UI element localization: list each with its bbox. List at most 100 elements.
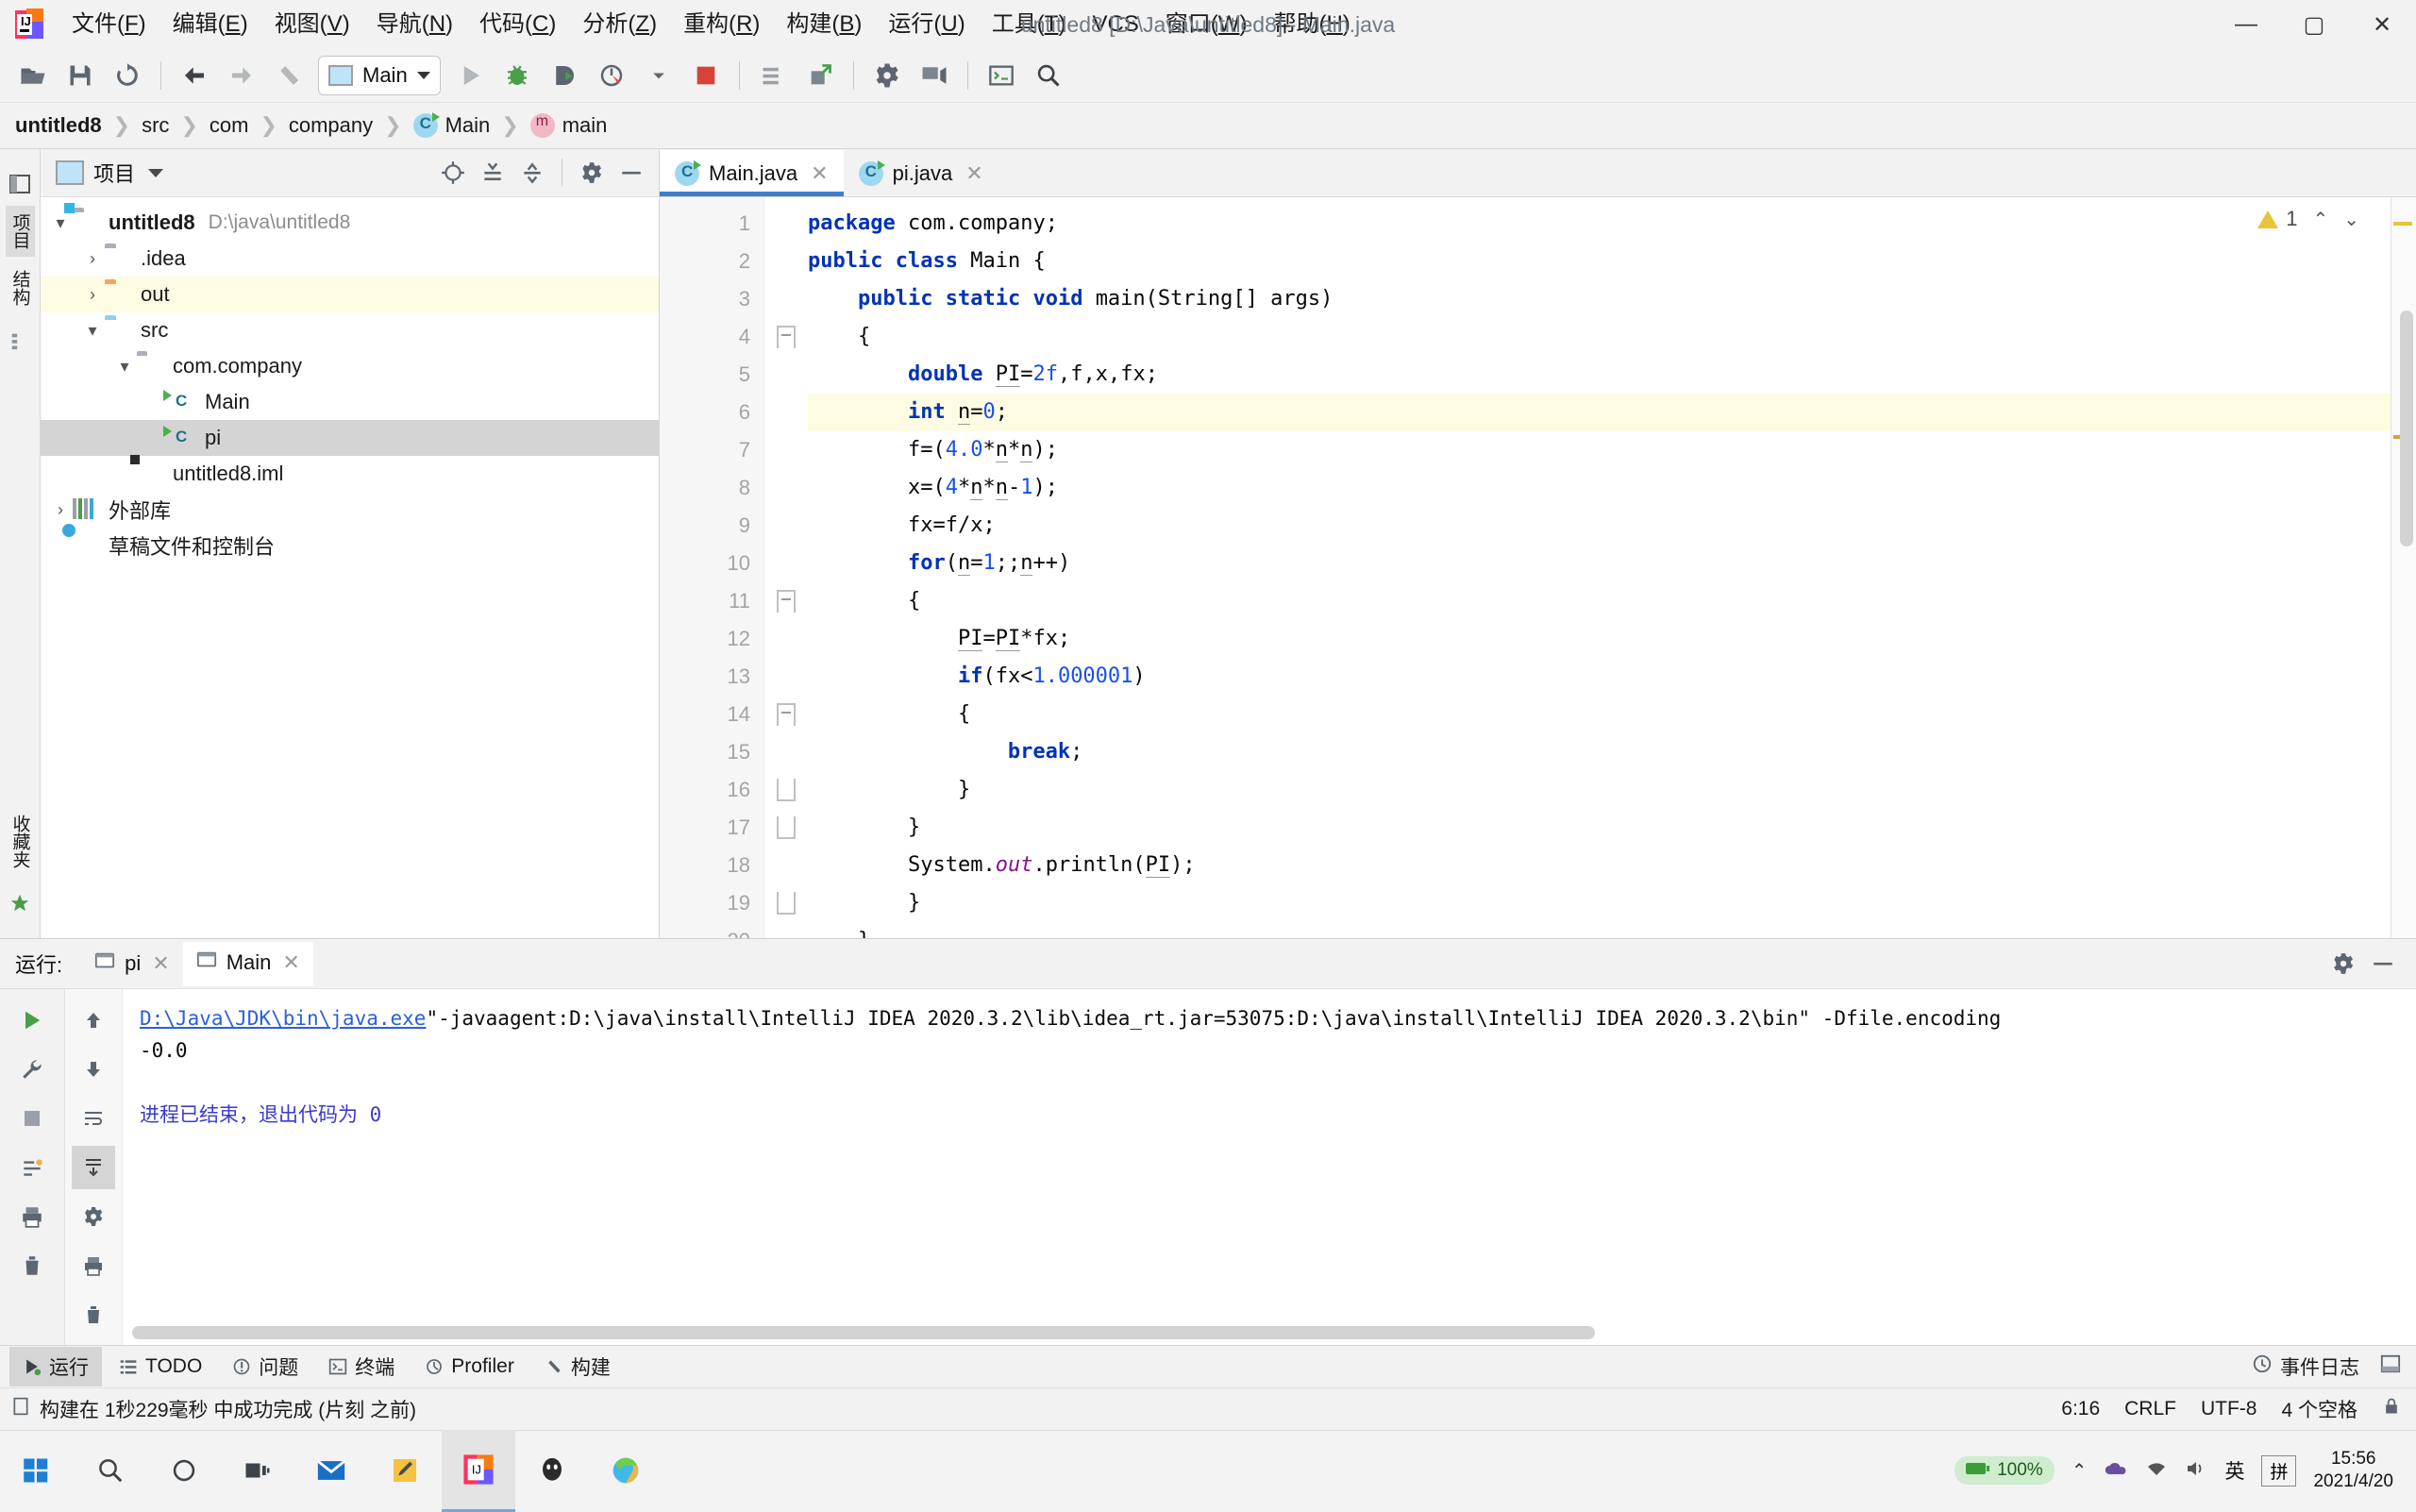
sidebar-item-favorites[interactable]: 收藏夹 xyxy=(6,807,35,876)
trace-icon[interactable] xyxy=(10,1146,54,1189)
taskbar-clock[interactable]: 15:56 2021/4/20 xyxy=(2313,1448,2407,1493)
code-content[interactable]: package com.company; public class Main { … xyxy=(808,197,2391,938)
line-number-2[interactable]: 2 xyxy=(660,243,788,280)
chevron-down-icon[interactable]: ▾ xyxy=(80,318,105,343)
gear-icon[interactable] xyxy=(2325,946,2361,982)
chevron-down-icon[interactable]: ▾ xyxy=(48,210,73,235)
sync-icon[interactable] xyxy=(107,55,148,96)
chevron-down-icon[interactable]: ⌄ xyxy=(2343,208,2359,231)
soft-wrap-icon[interactable] xyxy=(72,1097,115,1140)
down-arrow-icon[interactable] xyxy=(72,1048,115,1091)
code-line-12[interactable]: PI=PI*fx; xyxy=(808,620,2391,658)
search-icon[interactable] xyxy=(1028,55,1069,96)
stop-icon[interactable] xyxy=(10,1097,54,1140)
settings-icon[interactable] xyxy=(72,1195,115,1238)
maximize-button[interactable]: ▢ xyxy=(2280,0,2348,49)
bottom-tab-问题[interactable]: 问题 xyxy=(219,1347,311,1386)
fold-marker-14[interactable] xyxy=(764,696,808,733)
layout-icon[interactable] xyxy=(2380,1353,2401,1380)
chevron-right-icon[interactable]: › xyxy=(80,246,105,271)
chevron-right-icon[interactable]: › xyxy=(48,497,73,522)
line-number-20[interactable]: 20 xyxy=(660,922,763,938)
code-line-7[interactable]: f=(4.0*n*n); xyxy=(808,431,2391,469)
breadcrumb-item-main[interactable]: main xyxy=(529,113,607,138)
project-window-icon[interactable] xyxy=(8,172,32,196)
tree-item-out[interactable]: › out xyxy=(41,277,659,312)
hide-panel-icon[interactable] xyxy=(613,155,649,191)
chevron-down-icon[interactable]: ▾ xyxy=(112,354,137,378)
code-line-9[interactable]: fx=f/x; xyxy=(808,507,2391,545)
print-icon[interactable] xyxy=(10,1195,54,1238)
menu-item-1[interactable]: 编辑(E) xyxy=(159,5,261,44)
tree-item-.idea[interactable]: › .idea xyxy=(41,241,659,277)
code-line-17[interactable]: } xyxy=(808,809,2391,847)
chevron-down-icon[interactable] xyxy=(148,168,164,177)
close-icon[interactable]: ✕ xyxy=(282,950,299,975)
line-number-19[interactable]: 19 xyxy=(660,884,763,922)
chevron-up-icon[interactable]: ⌃ xyxy=(2072,1459,2088,1483)
fold-marker-19[interactable] xyxy=(764,884,808,922)
save-icon[interactable] xyxy=(59,55,101,96)
line-number-7[interactable]: 7 xyxy=(660,431,763,469)
chevron-up-icon[interactable]: ⌃ xyxy=(2312,208,2328,231)
cortana-icon[interactable] xyxy=(147,1431,221,1510)
run-button[interactable] xyxy=(449,55,491,96)
update-icon[interactable] xyxy=(799,55,841,96)
indent-setting[interactable]: 4 个空格 xyxy=(2281,1395,2357,1423)
search-icon[interactable] xyxy=(74,1431,147,1510)
fold-marker-16[interactable] xyxy=(764,771,808,809)
open-folder-icon[interactable] xyxy=(12,55,54,96)
line-number-15[interactable]: 15 xyxy=(660,733,763,771)
line-number-8[interactable]: 8 xyxy=(660,469,763,507)
bottom-tab-运行[interactable]: 运行 xyxy=(9,1347,102,1386)
tree-item-src[interactable]: ▾ src xyxy=(41,312,659,348)
code-line-2[interactable]: public class Main { xyxy=(808,243,2391,280)
line-separator[interactable]: CRLF xyxy=(2124,1398,2176,1420)
tree-item-pi[interactable]: ›pi xyxy=(41,420,659,456)
profiler-icon[interactable] xyxy=(591,55,632,96)
run-tab-Main[interactable]: Main ✕ xyxy=(182,941,313,986)
tree-item-com.company[interactable]: ▾ com.company xyxy=(41,348,659,384)
bottom-tab-终端[interactable]: 终端 xyxy=(315,1347,408,1386)
line-number-6[interactable]: 6 xyxy=(660,394,763,431)
code-line-5[interactable]: double PI=2f,f,x,fx; xyxy=(808,356,2391,394)
line-number-17[interactable]: 17 xyxy=(660,809,763,847)
rerun-icon[interactable] xyxy=(10,999,54,1042)
code-line-13[interactable]: if(fx<1.000001) xyxy=(808,658,2391,696)
menu-item-2[interactable]: 视图(V) xyxy=(261,5,363,44)
project-panel-title-group[interactable]: 项目 xyxy=(56,158,164,188)
settings-icon[interactable] xyxy=(866,55,908,96)
menu-item-5[interactable]: 分析(Z) xyxy=(569,5,670,44)
line-number-11[interactable]: 11 xyxy=(660,582,763,620)
select-opened-file-icon[interactable] xyxy=(435,155,471,191)
wrench-icon[interactable] xyxy=(10,1048,54,1091)
presentation-icon[interactable] xyxy=(914,55,955,96)
network-icon[interactable] xyxy=(2145,1459,2168,1483)
stop-icon[interactable] xyxy=(685,55,727,96)
mail-icon[interactable] xyxy=(294,1431,368,1510)
bottom-tab-构建[interactable]: 构建 xyxy=(531,1347,624,1386)
fold-marker-4[interactable] xyxy=(764,318,808,356)
build-icon[interactable] xyxy=(752,55,794,96)
sidebar-item-structure[interactable]: 结构 xyxy=(6,262,35,313)
menu-item-8[interactable]: 运行(U) xyxy=(875,5,978,44)
star-icon[interactable] xyxy=(8,891,32,916)
code-line-18[interactable]: System.out.println(PI); xyxy=(808,847,2391,884)
onedrive-icon[interactable] xyxy=(2104,1459,2128,1483)
intellij-icon[interactable]: IJ xyxy=(442,1429,515,1512)
file-encoding[interactable]: UTF-8 xyxy=(2201,1398,2257,1420)
sidebar-item-project[interactable]: 项目 xyxy=(5,206,35,257)
console-scroll-thumb[interactable] xyxy=(132,1326,1595,1339)
tree-item-Main[interactable]: ›Main xyxy=(41,384,659,420)
debug-icon[interactable] xyxy=(496,55,538,96)
volume-icon[interactable] xyxy=(2185,1459,2207,1483)
close-button[interactable]: ✕ xyxy=(2348,0,2416,49)
start-icon[interactable] xyxy=(0,1431,74,1510)
terminal-icon[interactable] xyxy=(981,55,1022,96)
browser-icon[interactable] xyxy=(589,1431,663,1510)
battery-indicator[interactable]: 100% xyxy=(1955,1456,2055,1485)
menu-item-4[interactable]: 代码(C) xyxy=(466,5,569,44)
print-icon[interactable] xyxy=(72,1244,115,1287)
gear-icon[interactable] xyxy=(574,155,610,191)
close-icon[interactable]: ✕ xyxy=(811,161,828,186)
